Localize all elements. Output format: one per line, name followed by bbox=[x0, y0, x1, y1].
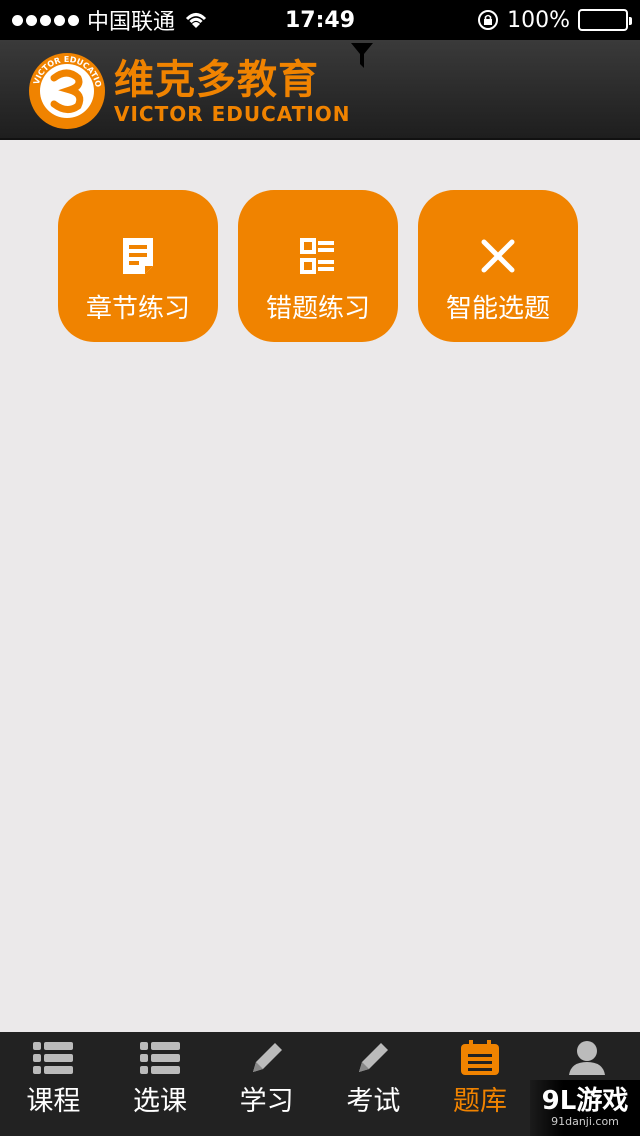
status-right: 100% bbox=[477, 7, 632, 33]
tab-label: 学习 bbox=[239, 1086, 294, 1117]
tab-label: 选课 bbox=[133, 1086, 187, 1117]
list-icon bbox=[31, 1040, 75, 1076]
pencil-icon bbox=[351, 1040, 395, 1076]
tile-label: 智能选题 bbox=[445, 294, 550, 324]
tab-exam[interactable]: 考试 bbox=[320, 1032, 427, 1136]
close-icon bbox=[480, 236, 516, 276]
tab-course[interactable]: 课程 bbox=[0, 1032, 107, 1136]
user-icon bbox=[565, 1040, 609, 1076]
wifi-icon bbox=[185, 13, 207, 28]
brand-name-cn: 维克多教育 bbox=[114, 57, 319, 103]
battery-icon bbox=[578, 9, 632, 31]
list-icon bbox=[138, 1040, 182, 1076]
pencil-icon bbox=[245, 1040, 289, 1076]
tab-select-course[interactable]: 选课 bbox=[107, 1032, 214, 1136]
practice-menu: 章节练习 错题练习 智能选题 bbox=[58, 190, 578, 342]
tab-question-bank[interactable]: 题库 bbox=[427, 1032, 534, 1136]
status-bar: 中国联通 17:49 100% bbox=[0, 0, 640, 40]
tab-study[interactable]: 学习 bbox=[213, 1032, 320, 1136]
tile-label: 章节练习 bbox=[85, 294, 190, 324]
watermark-sub: 91danji.com bbox=[551, 1115, 619, 1128]
battery-percent: 100% bbox=[507, 7, 570, 33]
tile-label: 错题练习 bbox=[265, 294, 370, 324]
app-header: VICTOR EDUCATION 维克多教育 VICTOR EDUCATION bbox=[0, 40, 640, 140]
list-icon bbox=[300, 236, 336, 276]
smart-select-tile[interactable]: 智能选题 bbox=[418, 190, 578, 342]
carrier-label: 中国联通 bbox=[87, 10, 176, 35]
status-left: 中国联通 bbox=[12, 4, 209, 36]
signal-strength-icon bbox=[12, 14, 79, 26]
tab-label: 课程 bbox=[26, 1086, 81, 1117]
brand-logo: VICTOR EDUCATION 维克多教育 VICTOR EDUCATION bbox=[28, 52, 351, 130]
tab-label: 考试 bbox=[346, 1086, 401, 1117]
watermark: 9L游戏 91danji.com bbox=[530, 1080, 640, 1136]
chapter-practice-tile[interactable]: 章节练习 bbox=[58, 190, 218, 342]
calendar-icon bbox=[458, 1040, 502, 1076]
wrong-question-practice-tile[interactable]: 错题练习 bbox=[238, 190, 398, 342]
watermark-main: 9L游戏 bbox=[541, 1086, 629, 1116]
document-icon bbox=[120, 236, 156, 276]
rotation-lock-icon bbox=[478, 10, 499, 30]
filter-icon[interactable] bbox=[350, 42, 374, 70]
brand-name-en: VICTOR EDUCATION bbox=[114, 102, 351, 126]
tab-label: 题库 bbox=[453, 1086, 508, 1117]
victor-logo-icon: VICTOR EDUCATION bbox=[28, 52, 105, 129]
